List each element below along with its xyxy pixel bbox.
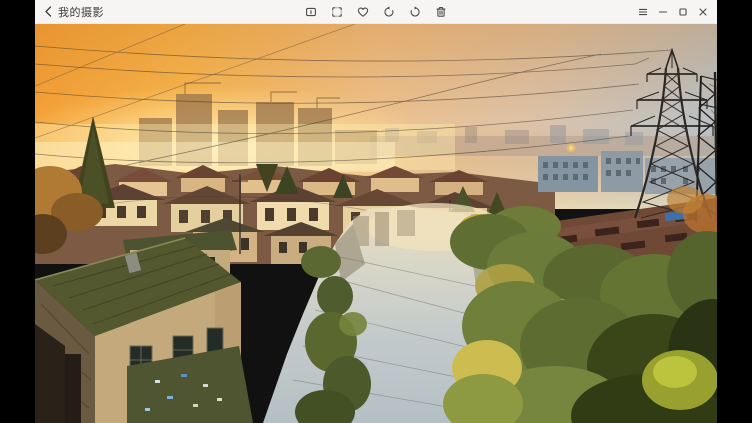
back-button[interactable]: 我的摄影: [44, 4, 104, 20]
minimize-button[interactable]: [657, 6, 669, 18]
photo[interactable]: [35, 24, 717, 423]
titlebar: 我的摄影: [35, 0, 717, 24]
rotate-left-icon: [382, 5, 396, 19]
rotate-right-icon: [408, 5, 422, 19]
window-controls: [637, 0, 709, 24]
maximize-icon: [677, 6, 689, 18]
minimize-icon: [657, 6, 669, 18]
fit-screen-icon: [330, 5, 344, 19]
menu-button[interactable]: [637, 6, 649, 18]
letterbox-right: [717, 0, 752, 423]
close-icon: [697, 6, 709, 18]
page-title: 我的摄影: [58, 4, 104, 20]
screen: 我的摄影: [0, 0, 752, 423]
detail-button[interactable]: [304, 5, 318, 19]
close-button[interactable]: [697, 6, 709, 18]
maximize-button[interactable]: [677, 6, 689, 18]
delete-button[interactable]: [434, 5, 448, 19]
favorite-button[interactable]: [356, 5, 370, 19]
photo-illustration: [35, 24, 717, 423]
menu-icon: [637, 6, 649, 18]
toolbar: [304, 0, 448, 24]
detail-icon: [304, 5, 318, 19]
photo-viewer-window: 我的摄影: [35, 0, 717, 423]
rotate-right-button[interactable]: [408, 5, 422, 19]
chevron-left-icon: [44, 6, 53, 17]
heart-icon: [356, 5, 370, 19]
letterbox-left: [0, 0, 35, 423]
trash-icon: [434, 5, 448, 19]
rotate-left-button[interactable]: [382, 5, 396, 19]
fit-screen-button[interactable]: [330, 5, 344, 19]
